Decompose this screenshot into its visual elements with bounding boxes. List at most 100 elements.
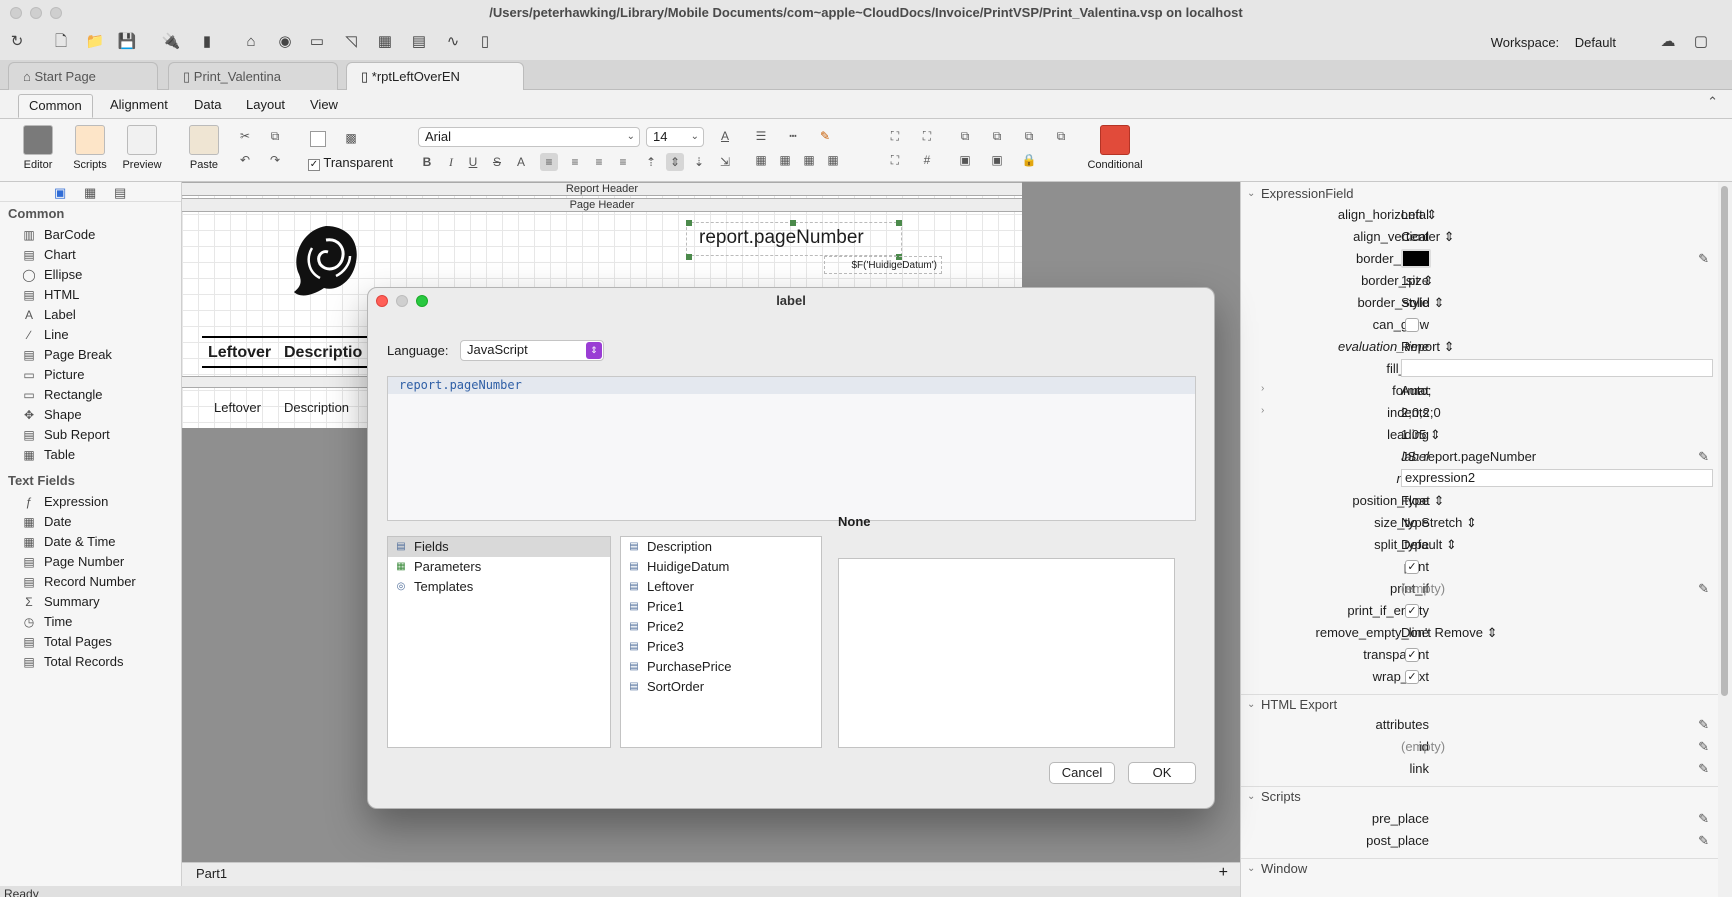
- database-icon[interactable]: ◉: [274, 31, 296, 53]
- tab-rptleftoveren[interactable]: ▯ *rptLeftOverEN: [346, 62, 524, 90]
- scripts-button[interactable]: Scripts: [68, 125, 112, 171]
- fill-box-icon[interactable]: [310, 131, 326, 147]
- category-templates[interactable]: ◎ Templates: [388, 577, 610, 597]
- cut-icon[interactable]: ✂: [236, 127, 254, 145]
- prop-format[interactable]: › format Auto;: [1241, 380, 1719, 402]
- line-color-icon[interactable]: ✎: [816, 127, 834, 145]
- ribbon-tab-layout[interactable]: Layout: [236, 94, 295, 118]
- language-select[interactable]: JavaScript ⇕: [460, 340, 604, 361]
- palette-item[interactable]: ▤ Sub Report: [0, 425, 181, 445]
- strikethrough-icon[interactable]: S: [488, 153, 506, 171]
- prop-leading[interactable]: leading 1.05 ⇕: [1241, 424, 1719, 446]
- add-part-icon[interactable]: +: [1219, 864, 1228, 882]
- bring-forward-icon[interactable]: ⧉: [1020, 127, 1038, 145]
- ok-button[interactable]: OK: [1128, 762, 1196, 784]
- border-all-icon[interactable]: ▦: [752, 151, 770, 169]
- palette-item[interactable]: ✥ Shape: [0, 405, 181, 425]
- field-item[interactable]: ▤ PurchasePrice: [621, 657, 821, 677]
- edit-pencil-icon[interactable]: ✎: [1698, 581, 1709, 597]
- scrollbar-thumb[interactable]: [1721, 186, 1728, 696]
- prop-pre-place[interactable]: pre_place ✎: [1241, 808, 1719, 830]
- text-color-icon[interactable]: A: [716, 127, 734, 145]
- terminal-icon[interactable]: ▭: [306, 31, 328, 53]
- prop-align-vertical[interactable]: align_vertical Center ⇕: [1241, 226, 1719, 248]
- palette-item[interactable]: A Label: [0, 305, 181, 325]
- palette-objects-icon[interactable]: ▣: [54, 185, 66, 201]
- print-checkbox[interactable]: ✓: [1405, 560, 1419, 574]
- pattern-icon[interactable]: ▩: [342, 129, 360, 147]
- detail-label-leftover[interactable]: Leftover: [214, 400, 261, 415]
- justify-icon[interactable]: ≡: [614, 153, 632, 171]
- bold-icon[interactable]: B: [418, 153, 436, 171]
- workspace-value[interactable]: Default: [1575, 35, 1616, 50]
- edit-pencil-icon[interactable]: ✎: [1698, 739, 1709, 755]
- palette-item[interactable]: ∕ Line: [0, 325, 181, 345]
- prop-print-if[interactable]: print_if (empty) ✎: [1241, 578, 1719, 600]
- palette-item[interactable]: ◯ Ellipse: [0, 265, 181, 285]
- open-folder-icon[interactable]: 📁: [84, 31, 106, 53]
- edit-pencil-icon[interactable]: ✎: [1698, 833, 1709, 849]
- palette-item[interactable]: ▤ HTML: [0, 285, 181, 305]
- dialog-close-button[interactable]: [376, 295, 388, 307]
- name-input[interactable]: expression2: [1401, 469, 1713, 487]
- collapse-ribbon-icon[interactable]: ⌃: [1707, 94, 1718, 110]
- report-header-band[interactable]: Report Header: [182, 182, 1022, 196]
- border-right-icon[interactable]: ▦: [824, 151, 842, 169]
- outline-icon[interactable]: A: [512, 153, 530, 171]
- prop-evaluation-time[interactable]: evaluation_time Report ⇕: [1241, 336, 1719, 358]
- ribbon-tab-view[interactable]: View: [300, 94, 348, 118]
- prop-size-type[interactable]: size_type No Stretch ⇕: [1241, 512, 1719, 534]
- palette-item[interactable]: ▥ BarCode: [0, 225, 181, 245]
- selection-handle[interactable]: [896, 220, 902, 226]
- palette-item[interactable]: ▦ Date: [0, 512, 181, 532]
- prop-position-type[interactable]: position_type Float ⇕: [1241, 490, 1719, 512]
- italic-icon[interactable]: I: [442, 153, 460, 171]
- font-size-select[interactable]: 14 ⌄: [646, 127, 704, 147]
- print-if-empty-checkbox[interactable]: ✓: [1405, 604, 1419, 618]
- prop-wrap-text[interactable]: wrap_text ✓: [1241, 666, 1719, 688]
- selection-handle[interactable]: [686, 220, 692, 226]
- wrap-text-checkbox[interactable]: ✓: [1405, 670, 1419, 684]
- valign-bottom-icon[interactable]: ⇣: [690, 153, 708, 171]
- text-options-icon[interactable]: ⇲: [716, 153, 734, 171]
- field-item[interactable]: ▤ Leftover: [621, 577, 821, 597]
- monitor-icon[interactable]: ∿: [442, 31, 464, 53]
- prop-post-place[interactable]: post_place ✎: [1241, 830, 1719, 852]
- section-scripts[interactable]: ⌄ Scripts: [1241, 786, 1719, 806]
- structure-icon[interactable]: ▦: [374, 31, 396, 53]
- ruler-icon[interactable]: ◹: [340, 31, 362, 53]
- section-window[interactable]: ⌄ Window: [1241, 858, 1719, 878]
- zoom-window-button[interactable]: [50, 7, 62, 19]
- header-label-leftover[interactable]: Leftover: [208, 344, 271, 362]
- code-editor[interactable]: report.pageNumber: [387, 376, 1196, 521]
- prop-label[interactable]: label JS: report.pageNumber ✎: [1241, 446, 1719, 468]
- book-icon[interactable]: ▯: [474, 31, 496, 53]
- paste-button[interactable]: Paste: [182, 125, 226, 171]
- palette-item[interactable]: ƒ Expression: [0, 492, 181, 512]
- redo-icon[interactable]: ↷: [266, 151, 284, 169]
- font-family-select[interactable]: Arial ⌄: [418, 127, 640, 147]
- palette-fields-icon[interactable]: ▤: [114, 185, 126, 201]
- ribbon-tab-alignment[interactable]: Alignment: [100, 94, 178, 118]
- line-style-icon[interactable]: ┅: [784, 127, 802, 145]
- edit-pencil-icon[interactable]: ✎: [1698, 761, 1709, 777]
- border-inner-icon[interactable]: ▦: [800, 151, 818, 169]
- palette-tree-icon[interactable]: ▦: [84, 185, 96, 201]
- edit-pencil-icon[interactable]: ✎: [1698, 251, 1709, 267]
- fit-size-icon[interactable]: ⛶: [886, 151, 904, 169]
- fit-height-icon[interactable]: ⛶: [918, 127, 936, 145]
- lock-icon[interactable]: 🔒: [1020, 151, 1038, 169]
- editor-button[interactable]: Editor: [16, 125, 60, 171]
- prop-split-type[interactable]: split_type Default ⇕: [1241, 534, 1719, 556]
- page-header-band[interactable]: Page Header: [182, 198, 1022, 212]
- palette-item[interactable]: ▦ Table: [0, 445, 181, 465]
- properties-scrollbar[interactable]: [1718, 182, 1732, 897]
- bookmark-icon[interactable]: ▮: [196, 31, 218, 53]
- grid-icon[interactable]: #: [918, 151, 936, 169]
- disclosure-closed-icon[interactable]: ›: [1261, 405, 1264, 416]
- edit-pencil-icon[interactable]: ✎: [1698, 811, 1709, 827]
- group-icon[interactable]: ▣: [956, 151, 974, 169]
- palette-item[interactable]: ▤ Record Number: [0, 572, 181, 592]
- ungroup-icon[interactable]: ▣: [988, 151, 1006, 169]
- palette-item[interactable]: ◷ Time: [0, 612, 181, 632]
